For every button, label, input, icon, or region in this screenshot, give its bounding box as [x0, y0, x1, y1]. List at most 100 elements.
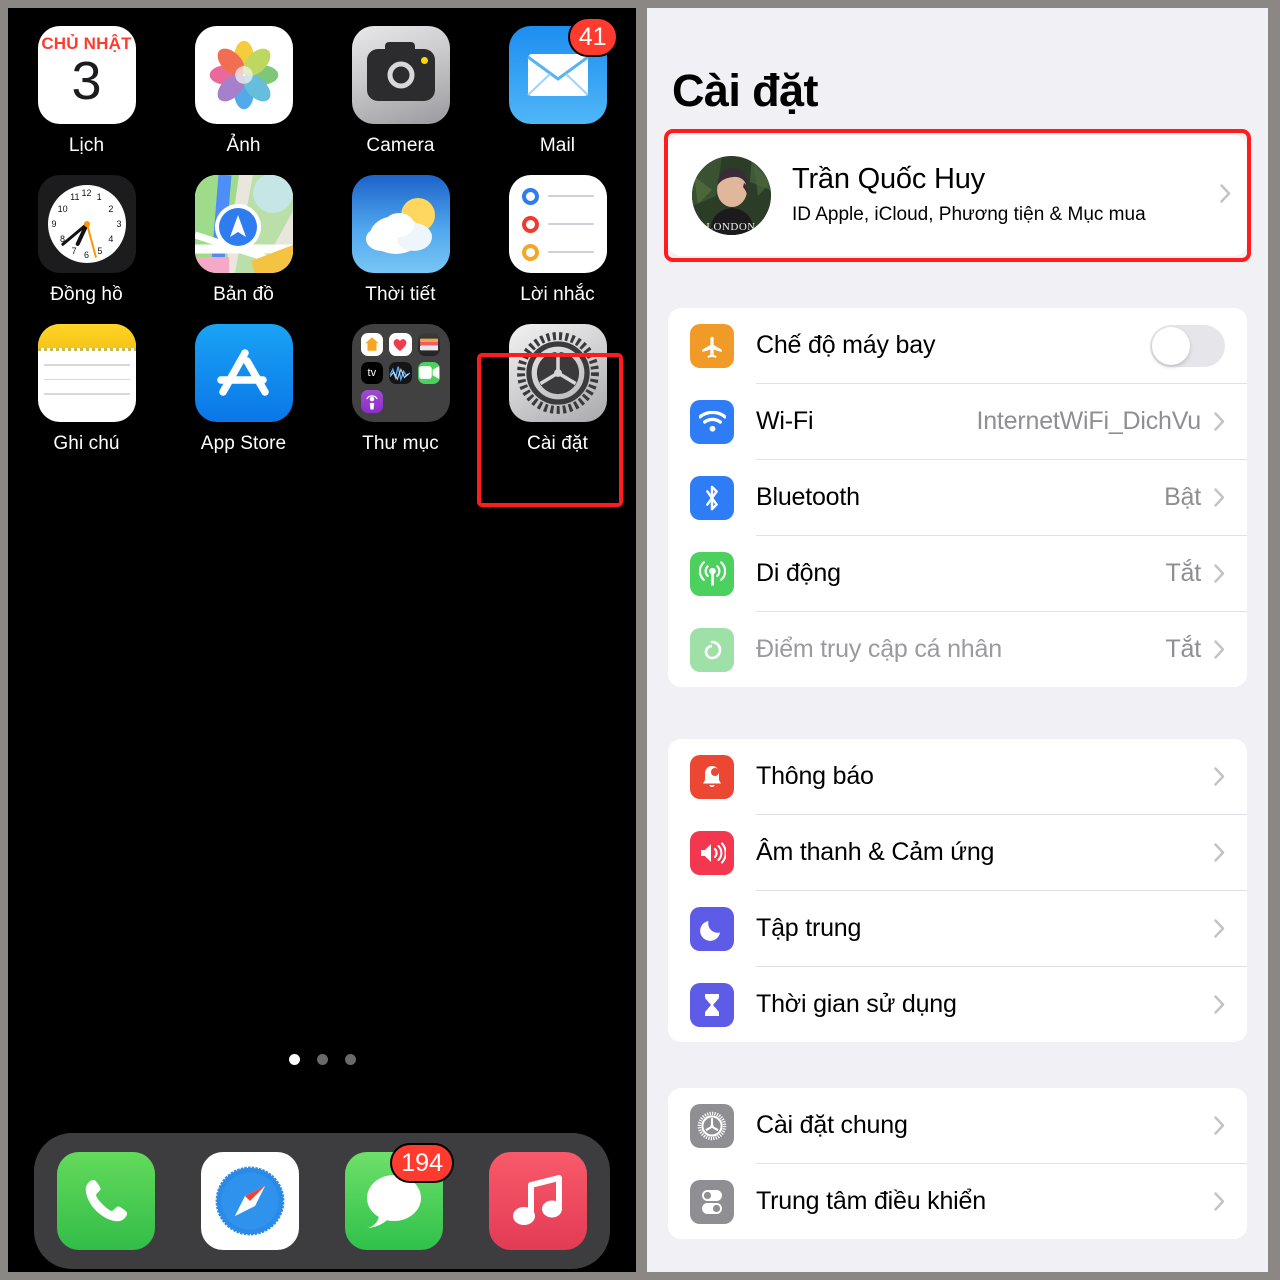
speaker-waves-glyph: [701, 841, 726, 864]
settings-row-sounds-haptics[interactable]: Âm thanh & Cảm ứng: [668, 815, 1247, 890]
settings-panel: Cài đặt LONDON Trần Quốc Huy ID Apple, i…: [647, 8, 1268, 1272]
calendar-icon: CHỦ NHẬT 3: [37, 26, 136, 124]
app-icon-camera[interactable]: Camera: [322, 26, 479, 157]
row-label: Bluetooth: [756, 483, 860, 511]
clock-icon-wrap: 12 1 2 3 4 5 6 7 8 9 10 11: [37, 175, 136, 273]
chevron-right-icon: [1214, 564, 1225, 583]
row-control: [1214, 843, 1247, 862]
dock-item-phone[interactable]: [57, 1152, 155, 1250]
mini-wallet-icon: [417, 333, 441, 356]
settings-row-wifi[interactable]: Wi-Fi InternetWiFi_DichVu: [668, 384, 1247, 459]
wifi-icon: [690, 399, 734, 444]
chevron-right-icon: [1220, 183, 1231, 203]
app-icon-app-store[interactable]: App Store: [165, 324, 322, 455]
screenshot-root: CHỦ NHẬT 3 Lịch Ảnh Camera 41 Mail 12 1 …: [0, 0, 1280, 1280]
settings-row-screen-time[interactable]: Thời gian sử dụng: [668, 967, 1247, 1042]
row-control: [1214, 995, 1247, 1014]
app-label: Lời nhắc: [520, 284, 595, 305]
page-dot[interactable]: [316, 1054, 328, 1065]
reminder-dot-orange: [521, 243, 539, 261]
airplane-mode-toggle[interactable]: [1150, 324, 1225, 367]
camera-icon-wrap: [351, 26, 450, 124]
weather-icon-wrap: [351, 175, 450, 273]
apple-id-chevron-wrap: [1220, 183, 1231, 208]
app-icon-clock[interactable]: 12 1 2 3 4 5 6 7 8 9 10 11 Đồng hồ: [8, 175, 165, 306]
app-store-icon: [194, 324, 293, 422]
row-control: Tắt: [1165, 635, 1247, 664]
mini-stocks-icon: [389, 361, 412, 385]
apple-id-text: Trần Quốc Huy ID Apple, iCloud, Phương t…: [792, 163, 1220, 227]
camera-body-shape: [366, 42, 435, 101]
page-indicator[interactable]: [8, 1054, 636, 1065]
app-icon-folder[interactable]: tv Thư mục: [322, 324, 479, 455]
compass-glyph: [214, 1165, 286, 1237]
dock-item-music[interactable]: [489, 1152, 587, 1250]
gear-glyph: [516, 332, 599, 414]
camera-flash-dot: [420, 57, 428, 64]
speaker-icon: [690, 830, 734, 875]
row-control: Tắt: [1165, 559, 1247, 588]
dock-item-messages[interactable]: 194: [345, 1143, 454, 1250]
settings-group-connectivity: Chế độ máy bay Wi-Fi InternetWiFi_DichVu: [668, 308, 1247, 687]
row-label: Điểm truy cập cá nhân: [756, 635, 1002, 663]
settings-row-notifications[interactable]: Thông báo: [668, 739, 1247, 814]
app-store-icon-wrap: [194, 324, 293, 422]
row-label: Tập trung: [756, 914, 862, 942]
apple-id-row[interactable]: LONDON Trần Quốc Huy ID Apple, iCloud, P…: [668, 135, 1247, 256]
settings-icon: [508, 324, 607, 422]
gear-glyph: [697, 1111, 727, 1140]
app-icon-calendar[interactable]: CHỦ NHẬT 3 Lịch: [8, 26, 165, 157]
hourglass-glyph: [705, 993, 719, 1016]
notes-icon: [37, 324, 136, 422]
row-label: Thời gian sử dụng: [756, 990, 957, 1018]
bell-icon: [690, 754, 734, 799]
app-icon-maps[interactable]: Bản đồ: [165, 175, 322, 306]
reminder-line: [547, 223, 594, 225]
moon-icon: [690, 906, 734, 951]
chevron-right-icon: [1214, 843, 1225, 862]
clock-face: 12 1 2 3 4 5 6 7 8 9 10 11: [47, 185, 126, 263]
photos-icon-wrap: [194, 26, 293, 124]
row-control: InternetWiFi_DichVu: [976, 407, 1247, 436]
notes-icon-wrap: [37, 324, 136, 422]
page-dot-active[interactable]: [288, 1054, 300, 1065]
app-icon-settings[interactable]: Cài đặt: [479, 324, 636, 455]
row-control: [1214, 767, 1247, 786]
settings-row-personal-hotspot[interactable]: Điểm truy cập cá nhân Tắt: [668, 612, 1247, 687]
crescent-moon-glyph: [700, 920, 720, 941]
settings-row-cellular[interactable]: Di động Tắt: [668, 536, 1247, 611]
chevron-right-icon: [1214, 640, 1225, 659]
toggle-knob: [1152, 326, 1190, 365]
phone-icon: [57, 1152, 155, 1250]
row-value: Tắt: [1165, 559, 1201, 587]
airplane-glyph: [702, 336, 722, 358]
chevron-right-icon: [1214, 412, 1225, 431]
hourglass-icon: [690, 982, 734, 1027]
row-control: [1214, 1116, 1247, 1135]
dock-item-safari[interactable]: [201, 1152, 299, 1250]
settings-row-focus[interactable]: Tập trung: [668, 891, 1247, 966]
settings-row-general[interactable]: Cài đặt chung: [668, 1088, 1247, 1163]
folder-icon-wrap: tv: [351, 324, 450, 422]
row-label: Trung tâm điều khiển: [756, 1187, 986, 1215]
reminders-icon: [508, 175, 607, 273]
cellular-icon: [690, 551, 734, 596]
settings-row-bluetooth[interactable]: Bluetooth Bật: [668, 460, 1247, 535]
app-icon-reminders[interactable]: Lời nhắc: [479, 175, 636, 306]
notes-line: [43, 364, 130, 366]
settings-row-control-center[interactable]: Trung tâm điều khiển: [668, 1164, 1247, 1239]
maps-icon-wrap: [194, 175, 293, 273]
app-icon-weather[interactable]: Thời tiết: [322, 175, 479, 306]
app-label: Ảnh: [226, 135, 261, 156]
weather-icon: [351, 175, 450, 273]
avatar-photo: LONDON: [692, 156, 771, 235]
app-icon-mail[interactable]: 41 Mail: [479, 17, 636, 157]
mail-badge: 41: [567, 17, 618, 57]
app-icon-photos[interactable]: Ảnh: [165, 26, 322, 157]
chevron-right-icon: [1214, 488, 1225, 507]
app-icon-notes[interactable]: Ghi chú: [8, 324, 165, 455]
photos-flower-glyph: [209, 40, 278, 110]
page-dot[interactable]: [344, 1054, 356, 1065]
settings-row-airplane-mode[interactable]: Chế độ máy bay: [668, 308, 1247, 383]
row-value: InternetWiFi_DichVu: [976, 407, 1201, 435]
